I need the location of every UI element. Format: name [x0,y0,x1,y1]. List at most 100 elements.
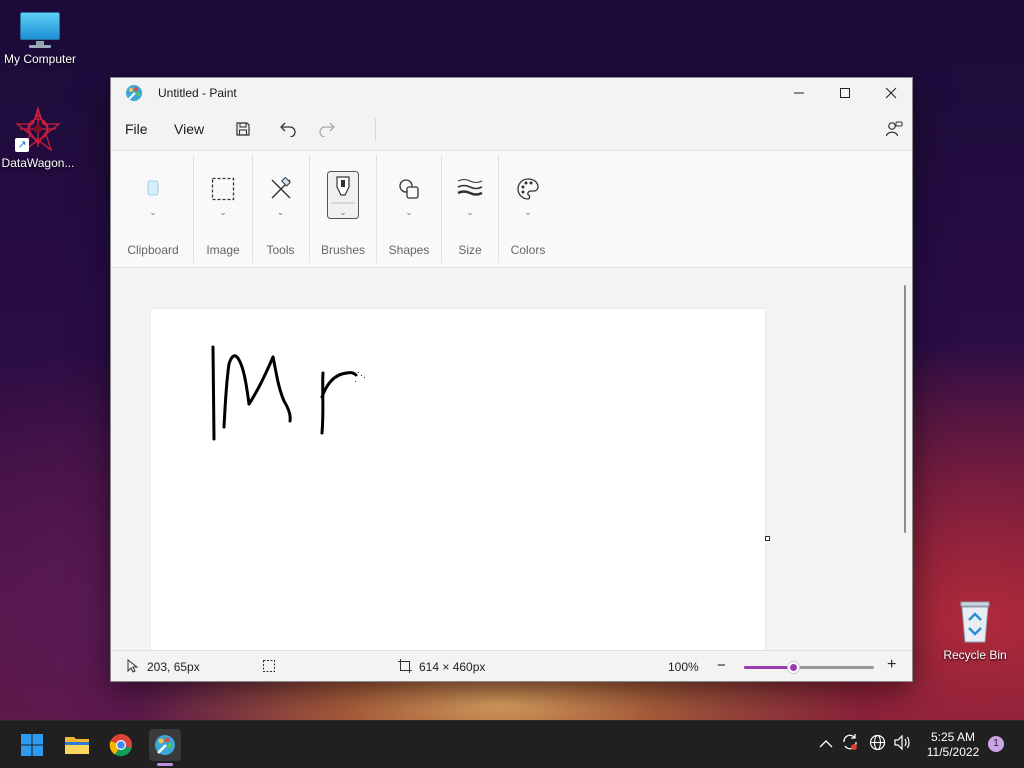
chevron-down-icon: ⌄ [276,207,285,217]
chevron-down-icon: ⌄ [219,207,227,217]
file-menu[interactable]: File [125,121,148,137]
chevron-down-icon: ⌄ [339,207,347,217]
zoom-slider[interactable] [744,661,874,674]
chrome-icon [109,734,132,757]
image-group[interactable]: ⌄ Image [195,151,251,269]
start-icon [21,734,43,756]
canvas-size-icon [398,659,412,676]
globe-icon [869,734,886,751]
chrome-button[interactable] [105,729,137,761]
volume-button[interactable] [893,734,911,754]
size-icon [457,177,483,204]
computer-icon [18,10,62,48]
window-title: Untitled - Paint [158,86,237,100]
size-group[interactable]: ⌄ Size [443,151,497,269]
minimize-icon [794,92,804,94]
ribbon-divider [441,155,442,263]
file-explorer-button[interactable] [61,729,93,761]
sync-status-button[interactable] [841,733,859,754]
desktop-icon-recycle-bin[interactable]: Recycle Bin [935,598,1015,662]
status-bar: 203, 65px 614 × 460px 100% − + [111,650,912,681]
colors-label: Colors [510,243,546,257]
start-button[interactable] [16,729,48,761]
desktop-icon-my-computer[interactable]: My Computer [0,10,80,66]
maximize-button[interactable] [822,78,868,108]
undo-button[interactable] [275,116,301,142]
account-button[interactable] [881,116,907,142]
tools-label: Tools [266,243,295,257]
ribbon-divider [376,155,377,263]
paint-app-icon [125,84,143,102]
clipboard-icon [146,177,160,202]
tools-icon [269,176,293,206]
shortcut-arrow-icon: ↗ [15,138,29,152]
redo-button[interactable] [314,116,340,142]
chevron-down-icon: ⌄ [466,207,474,217]
clipboard-label: Clipboard [127,243,179,257]
zoom-slider-fill [744,666,794,669]
drawing-canvas[interactable] [151,309,765,650]
title-bar[interactable]: Untitled - Paint [111,78,912,108]
desktop-icon-label: DataWagon... [1,156,75,170]
undo-icon [280,122,296,137]
shapes-label: Shapes [388,243,430,257]
view-menu[interactable]: View [174,121,204,137]
chevron-down-icon: ⌄ [149,207,157,217]
menu-divider [375,118,376,140]
show-hidden-icons-button[interactable] [819,736,833,752]
save-button[interactable] [230,116,256,142]
paint-window: Untitled - Paint File View ⌄ Clipboard ⌄… [110,77,913,682]
selection-icon [211,177,235,206]
datawagon-logo-icon: ↗ [15,105,61,152]
volume-icon [894,734,910,751]
ribbon-divider [252,155,253,263]
clipboard-group[interactable]: ⌄ Clipboard [119,151,187,269]
vertical-scrollbar[interactable] [904,285,906,533]
palette-icon [516,177,540,206]
clock-time: 5:25 AM [930,730,976,744]
ribbon-toolbar: ⌄ Clipboard ⌄ Image ⌄ Tools ⌄ Brushes ⌄ … [111,150,912,268]
minimize-button[interactable] [776,78,822,108]
close-button[interactable] [868,78,914,108]
shapes-icon [397,177,421,206]
zoom-percentage[interactable]: 100% [668,660,699,674]
redo-icon [319,122,335,137]
zoom-out-button[interactable]: − [717,657,726,674]
canvas-size: 614 × 460px [419,660,486,674]
paint-icon [155,735,175,755]
active-app-indicator [157,763,173,766]
clock-date: 11/5/2022 [926,745,980,759]
size-label: Size [458,243,482,257]
selection-size-icon [262,659,276,676]
brushes-group[interactable]: ⌄ Brushes [313,151,373,269]
desktop-icon-label: Recycle Bin [943,648,1007,662]
brushes-label: Brushes [320,243,366,257]
canvas-area [111,269,898,650]
desktop-icon-label: My Computer [3,52,77,66]
taskbar: 5:25 AM 11/5/2022 [0,720,1024,768]
zoom-slider-thumb[interactable] [787,661,801,674]
chevron-down-icon: ⌄ [524,207,532,217]
canvas-resize-handle[interactable] [765,536,770,541]
clock[interactable]: 5:25 AM 11/5/2022 [920,730,986,760]
close-icon [885,87,897,99]
tools-group[interactable]: ⌄ Tools [254,151,307,269]
zoom-in-button[interactable]: + [887,656,896,674]
network-button[interactable] [869,734,886,754]
ribbon-divider [309,155,310,263]
freehand-drawing [211,345,365,441]
chevron-down-icon: ⌄ [405,207,413,217]
notification-badge[interactable]: 1 [988,736,1004,752]
cursor-position: 203, 65px [147,660,200,674]
desktop-icon-datawagon[interactable]: ↗ DataWagon... [0,105,78,170]
sync-icon [843,734,857,750]
save-icon [236,122,250,136]
maximize-icon [840,88,850,98]
recycle-bin-icon [955,598,995,644]
image-label: Image [206,243,240,257]
colors-group[interactable]: ⌄ Colors [501,151,555,269]
cursor-icon [127,658,139,676]
file-explorer-icon [65,737,89,754]
shapes-group[interactable]: ⌄ Shapes [379,151,439,269]
paint-taskbar-button[interactable] [149,729,181,761]
